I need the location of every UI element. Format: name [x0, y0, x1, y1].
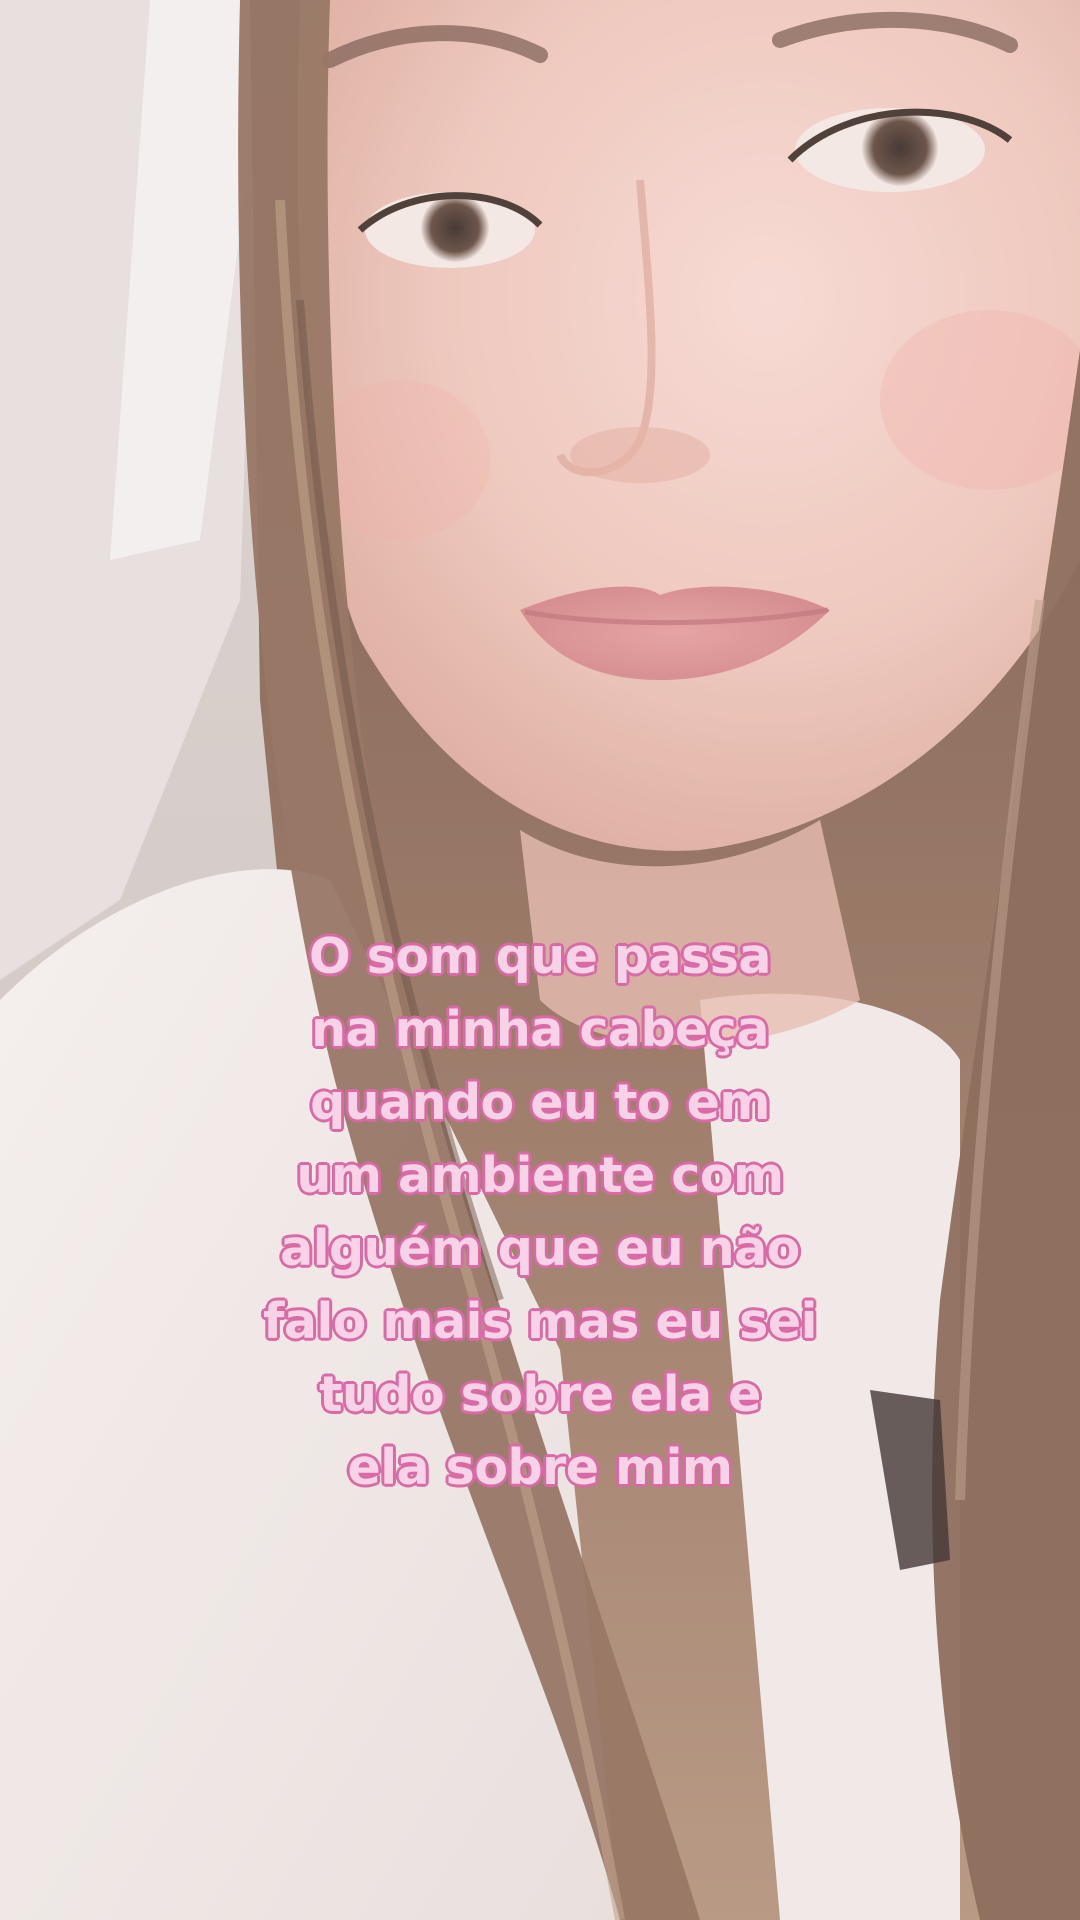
caption-line: quando eu to em [309, 1073, 771, 1132]
video-frame: O som que passa na minha cabeça quando e… [0, 0, 1080, 1920]
caption-line: O som que passa [308, 927, 772, 986]
caption-line: na minha cabeça [310, 1000, 770, 1059]
caption-line: um ambiente com [295, 1146, 785, 1205]
caption-line: alguém que eu não [279, 1219, 801, 1278]
caption-line: falo mais mas eu sei [262, 1292, 818, 1351]
caption-text: O som que passa na minha cabeça quando e… [140, 920, 940, 1504]
caption-line: tudo sobre ela e [318, 1365, 762, 1424]
caption-line: ela sobre mim [347, 1438, 734, 1497]
